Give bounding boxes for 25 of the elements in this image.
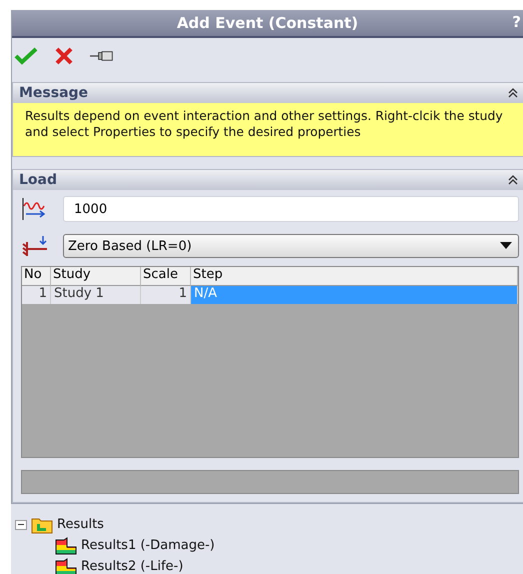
tree-item[interactable]: Results bbox=[57, 517, 104, 532]
column-header[interactable]: Scale bbox=[141, 267, 191, 286]
column-header[interactable]: No bbox=[22, 267, 51, 286]
window-title: Add Event (Constant) bbox=[176, 14, 358, 32]
load-ratio-dropdown[interactable]: Zero Based (LR=0) bbox=[63, 234, 519, 258]
result-plot-icon bbox=[55, 558, 77, 574]
table-cell: Study 1 bbox=[51, 286, 141, 304]
tree-item[interactable]: Results2 (-Life-) bbox=[81, 559, 184, 574]
collapse-icon[interactable] bbox=[507, 174, 519, 186]
table-cell: 1 bbox=[22, 286, 51, 304]
section-title: Load bbox=[19, 172, 58, 188]
result-plot-icon bbox=[55, 536, 77, 554]
cycles-field[interactable]: 1000 bbox=[63, 196, 519, 222]
tree-item[interactable]: Results1 (-Damage-) bbox=[81, 538, 215, 553]
collapse-toggle[interactable] bbox=[15, 520, 27, 530]
caret-icon bbox=[500, 242, 512, 250]
column-header[interactable]: Study bbox=[51, 267, 141, 286]
section-title: Message bbox=[19, 85, 88, 101]
table-cell: N/A bbox=[191, 286, 518, 304]
collapse-icon[interactable] bbox=[507, 87, 519, 99]
column-header[interactable]: Step bbox=[191, 267, 518, 286]
folder-icon bbox=[31, 516, 53, 534]
message-text: Results depend on event interaction and other settings. Right-clcik the study and select Properties to specify the desired properties bbox=[13, 103, 523, 156]
table-cell: 1 bbox=[141, 286, 191, 304]
load-ratio-icon bbox=[21, 234, 49, 258]
